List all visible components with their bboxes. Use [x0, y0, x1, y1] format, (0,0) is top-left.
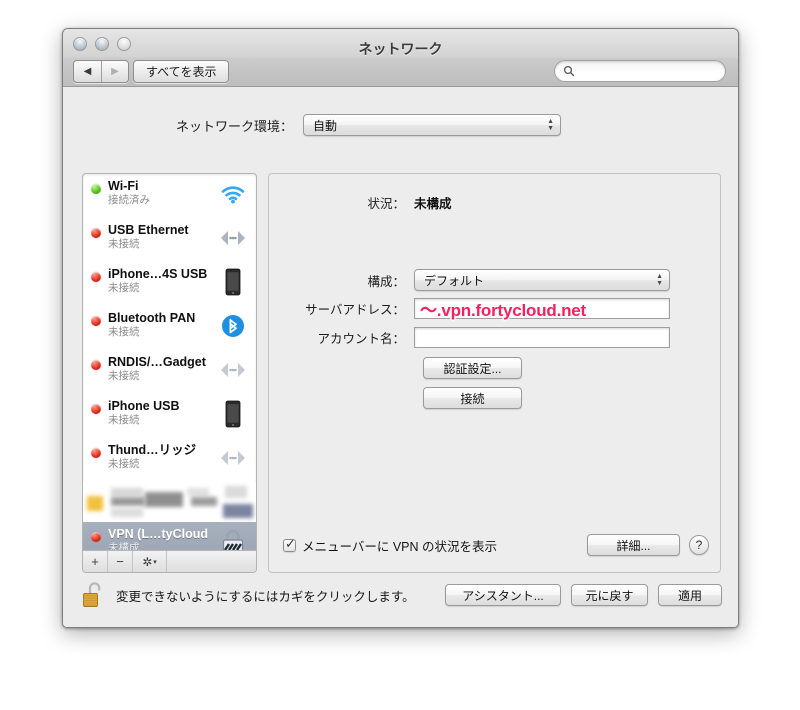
account-name-label: アカウント名：	[317, 332, 405, 346]
authentication-settings-button[interactable]: 認証設定...	[423, 357, 522, 379]
redacted-content	[83, 482, 256, 522]
server-address-input[interactable]: 〜.vpn.fortycloud.net	[414, 298, 670, 320]
status-dot-icon	[91, 228, 101, 238]
network-environment-select[interactable]: 自動 ▲ ▼	[303, 114, 561, 136]
show-vpn-status-checkbox[interactable]: ✓	[283, 535, 296, 552]
ethernet-icon	[218, 223, 248, 253]
show-vpn-status-label: メニューバーに VPN の状況を表示	[302, 539, 498, 554]
revert-button[interactable]: 元に戻す	[571, 584, 648, 606]
show-all-button[interactable]: すべてを表示	[133, 60, 230, 83]
search-field[interactable]	[554, 60, 726, 82]
status-dot-icon	[91, 532, 101, 542]
search-icon	[563, 65, 575, 77]
iphone-icon	[218, 399, 248, 429]
service-name: USB Ethernet	[108, 223, 189, 237]
preferences-content: ネットワーク環境： 自動 ▲ ▼ Wi-Fi 接続済み USB Ethernet…	[63, 87, 738, 627]
service-state: 未接続	[108, 326, 140, 338]
list-item[interactable]: RNDIS/…Gadget 未接続	[83, 350, 256, 394]
window-footer: 変更できないようにするにはカギをクリックします。 アシスタント... 元に戻す …	[63, 563, 738, 627]
iphone-icon	[218, 267, 248, 297]
network-environment-row: ネットワーク環境： 自動 ▲ ▼	[63, 114, 738, 136]
chevron-updown-icon: ▲ ▼	[547, 118, 554, 132]
list-item-redacted[interactable]	[83, 482, 256, 522]
service-list[interactable]: Wi-Fi 接続済み USB Ethernet 未接続 iPhone…4S US…	[82, 173, 257, 573]
wifi-icon	[218, 179, 248, 209]
window-title: ネットワーク	[358, 41, 443, 57]
service-state: 未接続	[108, 458, 140, 470]
status-dot-icon	[91, 184, 101, 194]
status-dot-icon	[91, 448, 101, 458]
lock-hint-text: 変更できないようにするにはカギをクリックします。	[116, 589, 415, 604]
list-item[interactable]: Thund…リッジ 未接続	[83, 438, 256, 482]
configuration-row: 構成： デフォルト ▲ ▼	[269, 269, 720, 291]
service-name: iPhone…4S USB	[108, 267, 208, 281]
forward-button[interactable]: ▶	[101, 61, 128, 82]
unlocked-padlock-icon[interactable]	[81, 580, 107, 610]
footer-buttons: アシスタント... 元に戻す 適用	[445, 584, 722, 606]
service-list-items: Wi-Fi 接続済み USB Ethernet 未接続 iPhone…4S US…	[83, 174, 256, 566]
service-state: 未接続	[108, 238, 140, 250]
server-address-row: サーバアドレス： 〜.vpn.fortycloud.net	[269, 298, 720, 320]
service-name: Thund…リッジ	[108, 443, 197, 457]
service-name: Bluetooth PAN	[108, 311, 196, 325]
service-name: RNDIS/…Gadget	[108, 355, 206, 369]
list-item[interactable]: USB Ethernet 未接続	[83, 218, 256, 262]
network-environment-label: ネットワーク環境：	[175, 118, 293, 134]
chevron-updown-icon: ▲ ▼	[656, 273, 663, 287]
advanced-button[interactable]: 詳細...	[587, 534, 680, 556]
status-row: 状況： 未構成	[269, 193, 720, 212]
status-label: 状況：	[367, 197, 405, 211]
account-name-row: アカウント名：	[269, 327, 720, 348]
configuration-select[interactable]: デフォルト ▲ ▼	[414, 269, 670, 291]
list-item[interactable]: iPhone USB 未接続	[83, 394, 256, 438]
search-input[interactable]	[579, 63, 714, 79]
account-name-input[interactable]	[414, 327, 670, 348]
list-item[interactable]: Wi-Fi 接続済み	[83, 174, 256, 218]
navigation-buttons: ◀ ▶	[73, 60, 129, 83]
status-dot-icon	[91, 272, 101, 282]
apply-button[interactable]: 適用	[658, 584, 722, 606]
network-preferences-window: ネットワーク ◀ ▶ すべてを表示 ネットワーク環境： 自動 ▲ ▼ Wi-Fi…	[62, 28, 739, 628]
service-state: 接続済み	[108, 194, 150, 206]
status-dot-icon	[91, 360, 101, 370]
vpn-detail-panel: 状況： 未構成 構成： デフォルト ▲ ▼ サーバアドレス： 〜.vpn.fort…	[268, 173, 721, 573]
network-environment-value: 自動	[313, 118, 338, 133]
service-name: iPhone USB	[108, 399, 180, 413]
ethernet-icon	[218, 355, 248, 385]
back-button[interactable]: ◀	[74, 61, 101, 82]
list-item[interactable]: iPhone…4S USB 未接続	[83, 262, 256, 306]
help-button[interactable]: ?	[689, 535, 709, 555]
service-state: 未接続	[108, 414, 140, 426]
service-state: 未接続	[108, 370, 140, 382]
configuration-value: デフォルト	[424, 273, 485, 288]
ethernet-icon	[218, 443, 248, 473]
bluetooth-icon	[218, 311, 248, 341]
service-state: 未接続	[108, 282, 140, 294]
window-titlebar: ネットワーク ◀ ▶ すべてを表示	[63, 29, 738, 87]
connect-button[interactable]: 接続	[423, 387, 522, 409]
toolbar: ◀ ▶ すべてを表示	[63, 57, 738, 87]
status-dot-icon	[91, 404, 101, 414]
panel-bottom-row: ✓ メニューバーに VPN の状況を表示 詳細... ?	[283, 534, 709, 556]
checkmark-icon: ✓	[285, 535, 296, 551]
status-value: 未構成	[414, 197, 452, 211]
list-item[interactable]: Bluetooth PAN 未接続	[83, 306, 256, 350]
configuration-label: 構成：	[367, 274, 405, 289]
service-name: Wi-Fi	[108, 179, 139, 193]
server-address-label: サーバアドレス：	[305, 303, 405, 317]
service-name: VPN (L…tyCloud	[108, 527, 208, 541]
status-dot-icon	[91, 316, 101, 326]
assistant-button[interactable]: アシスタント...	[445, 584, 561, 606]
server-address-value: 〜.vpn.fortycloud.net	[420, 301, 587, 320]
